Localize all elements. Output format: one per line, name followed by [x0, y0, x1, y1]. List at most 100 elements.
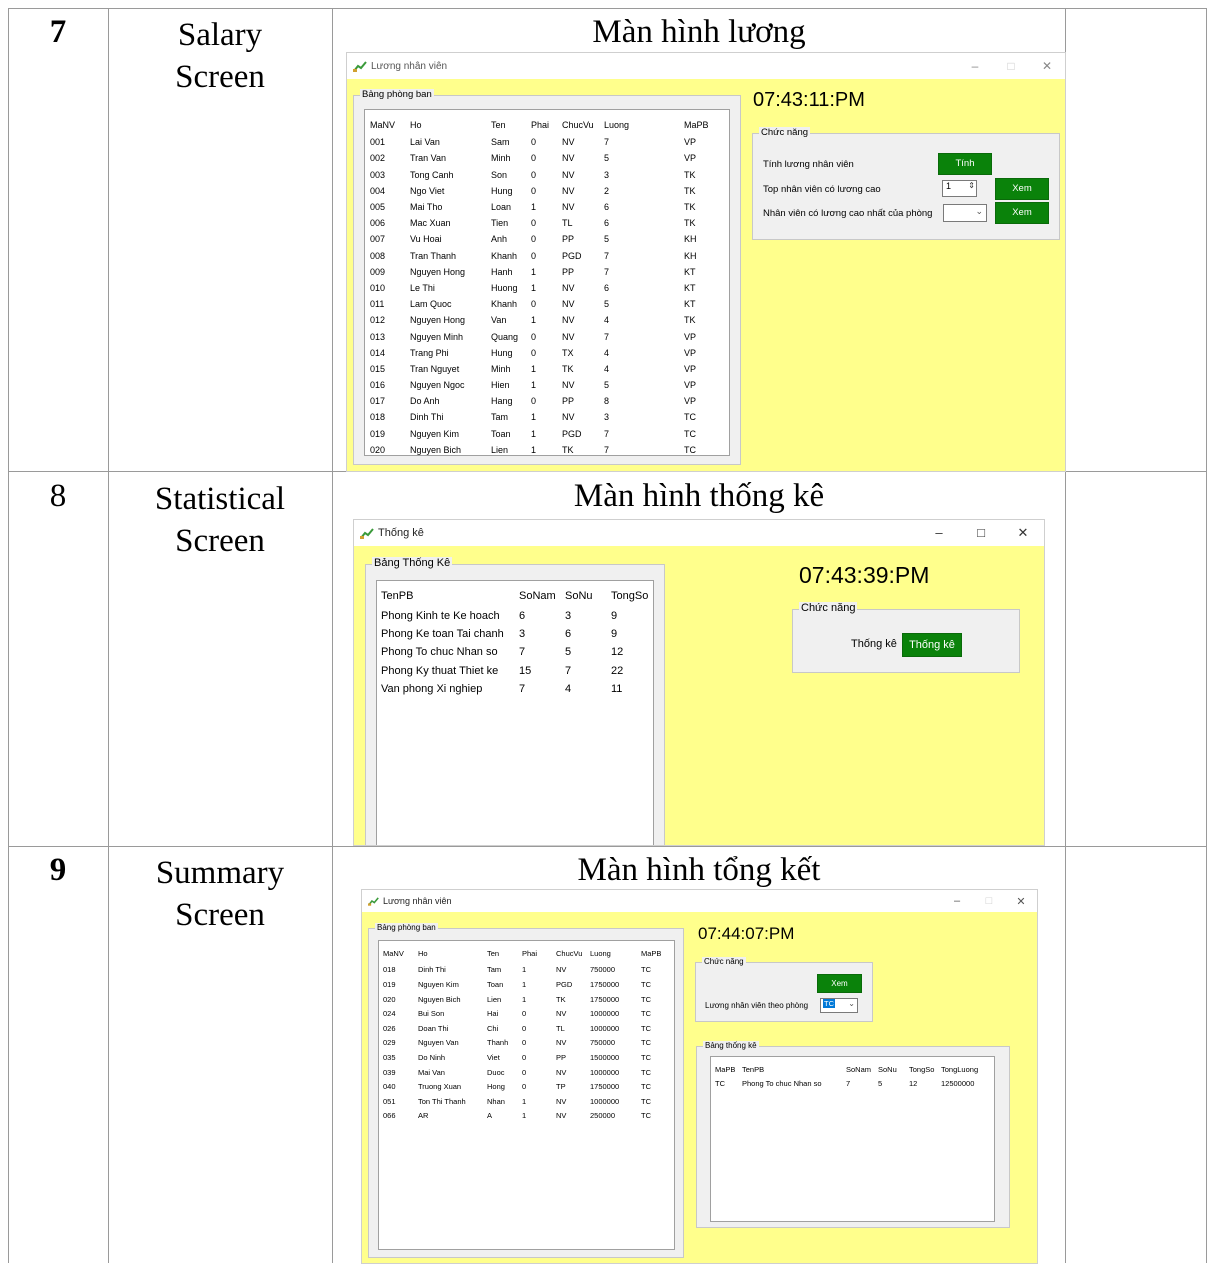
close-icon[interactable]: ✕: [1029, 59, 1065, 73]
table-cell: VP: [684, 396, 697, 407]
table-row[interactable]: 018 Dinh Thi Tam 1 NV 3 TC: [370, 409, 714, 425]
table-row[interactable]: 003 Tong Canh Son 0 NV 3 TK: [370, 167, 714, 183]
table-cell: 014: [370, 347, 386, 358]
column-header[interactable]: Luong: [604, 115, 684, 134]
table-cell: Mai Tho: [410, 202, 443, 213]
table-row[interactable]: 015 Tran Nguyet Minh 1 TK 4 VP: [370, 361, 714, 377]
table-row[interactable]: TC Phong To chuc Nhan so 7 5 12 12500000: [715, 1077, 991, 1090]
table-row[interactable]: 007 Vu Hoai Anh 0 PP 5 KH: [370, 231, 714, 247]
view-button[interactable]: Xem: [817, 974, 862, 993]
employee-list[interactable]: MaNV Ho Ten Phai ChucVu Luong MaPB 018 Dinh Thi T…: [378, 940, 675, 1250]
table-cell: 1: [531, 412, 537, 423]
department-select[interactable]: ⌄: [943, 204, 987, 222]
top-count-stepper[interactable]: 1 ⇕: [942, 180, 977, 197]
column-header[interactable]: MaPB: [715, 1061, 742, 1077]
employee-list[interactable]: MaNV Ho Ten Phai ChucVu Luong MaPB 001 Lai Van Sa…: [364, 109, 730, 456]
table-cell: 7: [604, 137, 610, 148]
column-header[interactable]: TongSo: [611, 585, 653, 606]
table-row[interactable]: 018 Dinh Thi Tam 1 NV 750000 TC: [383, 963, 671, 978]
column-header[interactable]: Ten: [491, 115, 531, 134]
view-top-button[interactable]: Xem: [995, 178, 1049, 200]
table-cell: 019: [383, 979, 396, 989]
title-bar: Lương nhân viên – □ ✕: [362, 890, 1037, 912]
calc-button[interactable]: Tính: [938, 153, 992, 175]
minimize-icon[interactable]: –: [941, 895, 973, 908]
table-row[interactable]: 014 Trang Phi Hung 0 TX 4 VP: [370, 345, 714, 361]
column-header[interactable]: ChucVu: [562, 115, 604, 134]
table-cell: 012: [370, 315, 386, 326]
column-header[interactable]: TenPB: [742, 1061, 846, 1077]
column-header[interactable]: SoNam: [519, 585, 565, 606]
table-row[interactable]: 029 Nguyen Van Thanh 0 NV 750000 TC: [383, 1036, 671, 1051]
column-header[interactable]: SoNu: [878, 1061, 909, 1077]
table-row[interactable]: 019 Nguyen Kim Toan 1 PGD 1750000 TC: [383, 977, 671, 992]
column-header[interactable]: MaPB: [641, 945, 671, 963]
department-select[interactable]: TC ⌄: [820, 998, 858, 1013]
table-cell: Do Ninh: [418, 1052, 446, 1062]
view-max-button[interactable]: Xem: [995, 202, 1049, 224]
table-cell: Hai: [487, 1009, 499, 1019]
table-cell: 1: [531, 428, 537, 439]
table-row[interactable]: 020 Nguyen Bich Lien 1 TK 7 TC: [370, 442, 714, 455]
column-header[interactable]: ChucVu: [556, 945, 590, 963]
table-row[interactable]: Phong Kinh te Ke hoach 6 3 9: [381, 606, 653, 624]
table-cell: VP: [684, 153, 697, 164]
table-row[interactable]: Phong Ke toan Tai chanh 3 6 9: [381, 625, 653, 643]
minimize-icon[interactable]: –: [957, 59, 993, 73]
table-row[interactable]: 024 Bui Son Hai 0 NV 1000000 TC: [383, 1006, 671, 1021]
table-row[interactable]: 012 Nguyen Hong Van 1 NV 4 TK: [370, 312, 714, 328]
column-header[interactable]: SoNu: [565, 585, 611, 606]
summary-stats-list[interactable]: MaPB TenPB SoNam SoNu TongSo TongLuong TC Phong…: [710, 1056, 995, 1222]
close-icon[interactable]: ✕: [1002, 525, 1044, 541]
table-cell: 750000: [590, 965, 616, 975]
column-header[interactable]: Phai: [522, 945, 556, 963]
table-row[interactable]: 066 AR A 1 NV 250000 TC: [383, 1109, 671, 1124]
table-row[interactable]: 013 Nguyen Minh Quang 0 NV 7 VP: [370, 328, 714, 344]
table-row[interactable]: 020 Nguyen Bich Lien 1 TK 1750000 TC: [383, 992, 671, 1007]
column-header[interactable]: Ho: [410, 115, 491, 134]
maximize-icon[interactable]: □: [973, 895, 1005, 908]
table-row[interactable]: 051 Ton Thi Thanh Nhan 1 NV 1000000 TC: [383, 1094, 671, 1109]
maximize-icon[interactable]: □: [993, 59, 1029, 73]
column-header[interactable]: Luong: [590, 945, 641, 963]
table-row[interactable]: Van phong Xi nghiep 7 4 11: [381, 680, 653, 698]
table-row[interactable]: Phong To chuc Nhan so 7 5 12: [381, 643, 653, 661]
close-icon[interactable]: ✕: [1005, 895, 1037, 908]
spin-arrows-icon[interactable]: ⇕: [968, 181, 975, 190]
column-header[interactable]: TenPB: [381, 585, 519, 606]
table-row[interactable]: 006 Mac Xuan Tien 0 TL 6 TK: [370, 215, 714, 231]
column-header[interactable]: TongLuong: [941, 1061, 991, 1077]
table-cell: TC: [684, 428, 696, 439]
table-cell: A: [487, 1111, 493, 1121]
stats-button[interactable]: Thống kê: [902, 633, 962, 657]
table-header: MaPB TenPB SoNam SoNu TongSo TongLuong: [715, 1061, 991, 1077]
table-row[interactable]: 016 Nguyen Ngoc Hien 1 NV 5 VP: [370, 377, 714, 393]
table-row[interactable]: Phong Ky thuat Thiet ke 15 7 22: [381, 662, 653, 680]
column-header[interactable]: Phai: [531, 115, 562, 134]
table-row[interactable]: 019 Nguyen Kim Toan 1 PGD 7 TC: [370, 426, 714, 442]
table-row[interactable]: 004 Ngo Viet Hung 0 NV 2 TK: [370, 183, 714, 199]
table-row[interactable]: 008 Tran Thanh Khanh 0 PGD 7 KH: [370, 248, 714, 264]
table-row[interactable]: 011 Lam Quoc Khanh 0 NV 5 KT: [370, 296, 714, 312]
table-row[interactable]: 035 Do Ninh Viet 0 PP 1500000 TC: [383, 1050, 671, 1065]
column-header[interactable]: MaPB: [684, 115, 714, 134]
table-row[interactable]: 009 Nguyen Hong Hanh 1 PP 7 KT: [370, 264, 714, 280]
table-row[interactable]: 039 Mai Van Duoc 0 NV 1000000 TC: [383, 1065, 671, 1080]
table-row[interactable]: 040 Truong Xuan Hong 0 TP 1750000 TC: [383, 1079, 671, 1094]
table-row[interactable]: 017 Do Anh Hang 0 PP 8 VP: [370, 393, 714, 409]
table-row[interactable]: 001 Lai Van Sam 0 NV 7 VP: [370, 134, 714, 150]
column-header[interactable]: Ho: [418, 945, 487, 963]
column-header[interactable]: SoNam: [846, 1061, 878, 1077]
stats-list[interactable]: TenPB SoNam SoNu TongSo Phong Kinh te Ke hoa…: [376, 580, 654, 845]
column-header[interactable]: MaNV: [383, 945, 418, 963]
table-cell: TK: [684, 169, 696, 180]
table-row[interactable]: 026 Doan Thi Chi 0 TL 1000000 TC: [383, 1021, 671, 1036]
column-header[interactable]: MaNV: [370, 115, 410, 134]
table-row[interactable]: 010 Le Thi Huong 1 NV 6 KT: [370, 280, 714, 296]
table-row[interactable]: 005 Mai Tho Loan 1 NV 6 TK: [370, 199, 714, 215]
column-header[interactable]: Ten: [487, 945, 522, 963]
column-header[interactable]: TongSo: [909, 1061, 941, 1077]
minimize-icon[interactable]: –: [918, 525, 960, 541]
table-row[interactable]: 002 Tran Van Minh 0 NV 5 VP: [370, 150, 714, 166]
maximize-icon[interactable]: □: [960, 525, 1002, 541]
